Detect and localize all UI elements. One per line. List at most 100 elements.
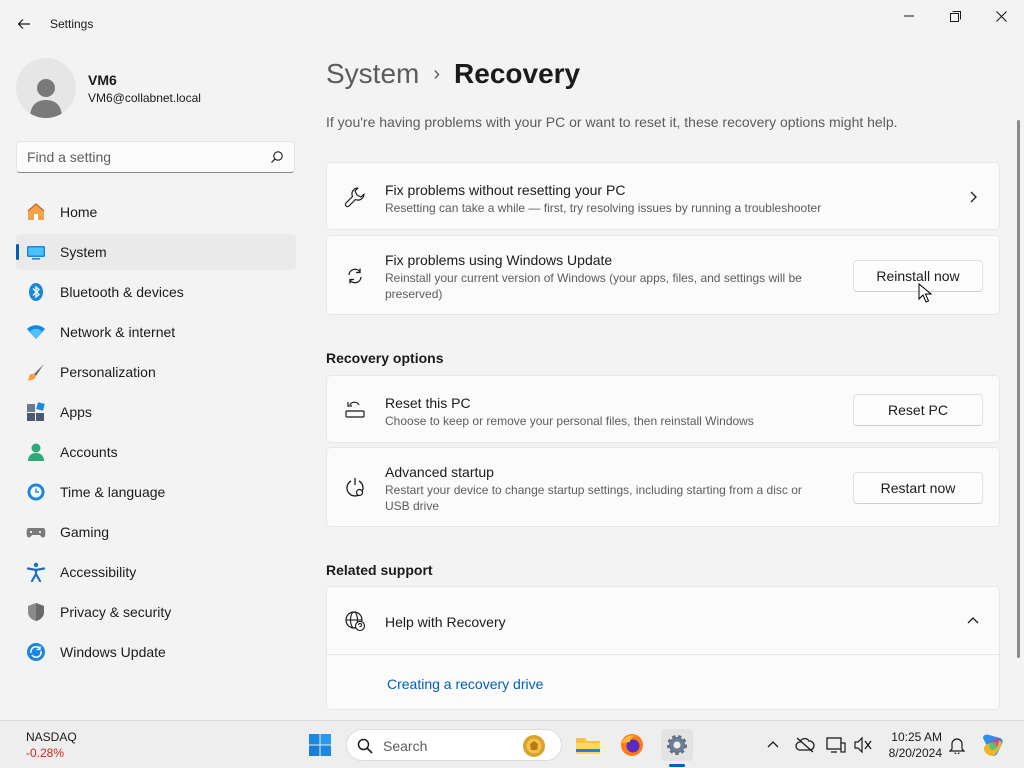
advanced-startup-card: Advanced startup Restart your device to … [326, 447, 1000, 527]
network-display-icon[interactable] [826, 735, 846, 755]
shield-icon [26, 602, 46, 622]
sidebar-item-label: Personalization [60, 364, 156, 380]
taskbar-search-label: Search [383, 738, 428, 754]
title-bar: Settings [0, 0, 1024, 48]
reset-pc-card: Reset this PC Choose to keep or remove y… [326, 375, 1000, 443]
sidebar-item-gaming[interactable]: Gaming [16, 514, 296, 550]
firefox-icon [621, 734, 643, 756]
sidebar-item-label: Windows Update [60, 644, 166, 660]
gamepad-icon [26, 522, 46, 542]
apps-icon [26, 402, 46, 422]
app-title: Settings [50, 17, 94, 31]
reset-pc-button[interactable]: Reset PC [853, 394, 983, 426]
recovery-options-heading: Recovery options [326, 350, 444, 366]
minimize-button[interactable] [886, 0, 932, 32]
file-explorer-button[interactable] [572, 729, 604, 761]
sidebar-item-network[interactable]: Network & internet [16, 314, 296, 350]
windows-update-icon [26, 642, 46, 662]
maximize-icon [949, 10, 961, 22]
page-title: Recovery [454, 58, 581, 89]
volume-icon[interactable] [853, 735, 873, 755]
breadcrumb-parent[interactable]: System [326, 58, 419, 90]
firefox-button[interactable] [616, 729, 648, 761]
home-icon [26, 202, 46, 222]
sync-icon [343, 264, 367, 288]
breadcrumb: System › Recovery [326, 58, 580, 90]
card-title: Reset this PC [385, 395, 471, 411]
widget-name: NASDAQ [26, 730, 77, 744]
help-with-recovery-header[interactable]: Help with Recovery [327, 587, 999, 655]
taskbar: NASDAQ -0.28% Search 10:25 AM 8/20/2024 [0, 720, 1024, 768]
sidebar-item-label: Home [60, 204, 98, 220]
user-email: VM6@collabnet.local [88, 91, 201, 105]
notification-bell-icon[interactable] [947, 735, 967, 755]
intro-text: If you're having problems with your PC o… [326, 114, 898, 130]
breadcrumb-separator: › [433, 62, 441, 85]
search-highlight-icon [521, 733, 547, 762]
settings-app-button[interactable] [661, 729, 693, 761]
sidebar-item-label: Apps [60, 404, 92, 420]
card-title: Advanced startup [385, 464, 494, 480]
sidebar-item-privacy-security[interactable]: Privacy & security [16, 594, 296, 630]
copilot-icon[interactable] [980, 732, 1006, 758]
sidebar-item-apps[interactable]: Apps [16, 394, 296, 430]
clock-time[interactable]: 10:25 AM [888, 730, 942, 744]
minimize-icon [904, 15, 914, 17]
arrow-left-icon [17, 19, 30, 29]
close-button[interactable] [978, 0, 1024, 32]
close-icon [995, 10, 1007, 22]
globe-help-icon [343, 609, 367, 633]
sidebar-item-label: System [60, 244, 107, 260]
wrench-icon [343, 185, 367, 209]
card-title: Help with Recovery [385, 614, 506, 630]
sidebar-nav: Home System Bluetooth & devices Network … [16, 194, 296, 674]
start-button[interactable] [304, 729, 336, 761]
accounts-icon [26, 442, 46, 462]
sidebar-item-windows-update[interactable]: Windows Update [16, 634, 296, 670]
card-description: Choose to keep or remove your personal f… [385, 414, 754, 428]
globe-clock-icon [26, 482, 46, 502]
gear-icon [667, 735, 687, 755]
fix-windows-update-card: Fix problems using Windows Update Reinst… [326, 235, 1000, 315]
sidebar-item-personalization[interactable]: Personalization [16, 354, 296, 390]
advanced-startup-icon [343, 476, 367, 500]
clock-date[interactable]: 8/20/2024 [884, 746, 942, 760]
active-app-indicator [669, 764, 685, 767]
sidebar-item-label: Privacy & security [60, 604, 172, 620]
mouse-cursor-icon [918, 283, 932, 303]
back-button[interactable] [8, 10, 40, 38]
fix-without-reset-card[interactable]: Fix problems without resetting your PC R… [326, 162, 1000, 230]
folder-icon [576, 738, 600, 754]
sidebar-item-bluetooth[interactable]: Bluetooth & devices [16, 274, 296, 310]
taskbar-search[interactable]: Search [346, 729, 562, 761]
brush-icon [26, 362, 46, 382]
help-with-recovery-card: Help with Recovery Creating a recovery d… [326, 586, 1000, 710]
search-icon[interactable] [270, 150, 284, 167]
sidebar-item-label: Accessibility [60, 564, 137, 580]
chevron-up-icon[interactable] [763, 735, 783, 755]
card-description: Resetting can take a while — first, try … [385, 201, 822, 215]
sidebar-item-label: Gaming [60, 524, 110, 540]
sidebar-item-home[interactable]: Home [16, 194, 296, 230]
search-icon [357, 738, 373, 757]
scrollbar[interactable] [1017, 120, 1020, 658]
sidebar-item-system[interactable]: System [16, 234, 296, 270]
sidebar-item-time-language[interactable]: Time & language [16, 474, 296, 510]
sidebar-item-label: Network & internet [60, 324, 176, 340]
sidebar-item-label: Bluetooth & devices [60, 284, 184, 300]
search-input[interactable] [27, 149, 257, 165]
avatar[interactable] [16, 58, 76, 118]
maximize-button[interactable] [932, 0, 978, 32]
recovery-drive-link[interactable]: Creating a recovery drive [387, 676, 543, 692]
search-box[interactable] [16, 141, 295, 173]
sidebar-item-accounts[interactable]: Accounts [16, 434, 296, 470]
cloud-offline-icon[interactable] [795, 735, 815, 755]
system-display-icon [26, 242, 46, 262]
widget-value: -0.28% [26, 746, 65, 760]
chevron-up-icon[interactable] [965, 613, 981, 629]
related-support-heading: Related support [326, 562, 433, 578]
card-title: Fix problems using Windows Update [385, 252, 613, 268]
restart-now-button[interactable]: Restart now [853, 472, 983, 504]
bluetooth-icon [26, 282, 46, 302]
sidebar-item-accessibility[interactable]: Accessibility [16, 554, 296, 590]
